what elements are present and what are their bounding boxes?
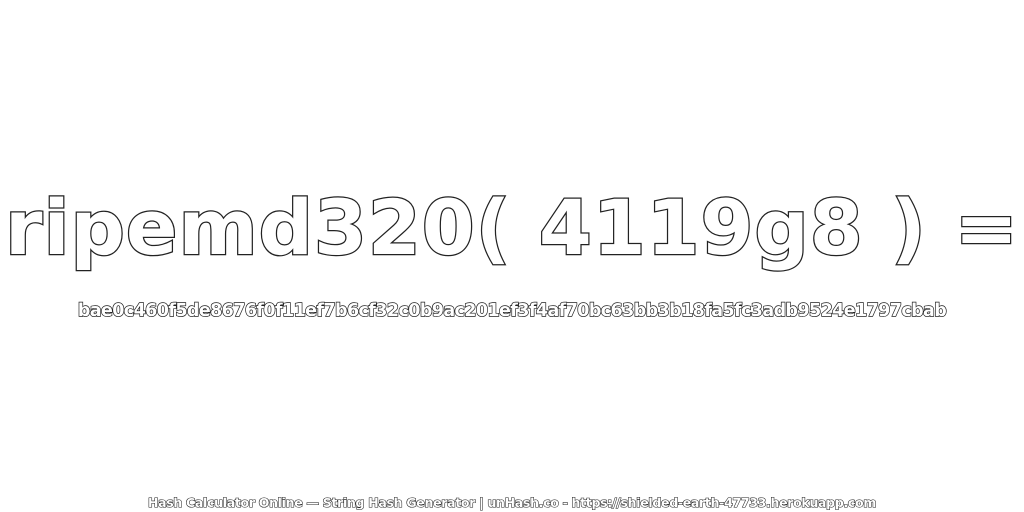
footer-credit: Hash Calculator Online — String Hash Gen…: [147, 494, 877, 510]
hash-value: bae0c460f5de8676f0f11ef7b6cf32c0b9ac201e…: [77, 300, 947, 321]
hash-expression-title: ripemd320( 4119g8 ) =: [4, 182, 1020, 274]
